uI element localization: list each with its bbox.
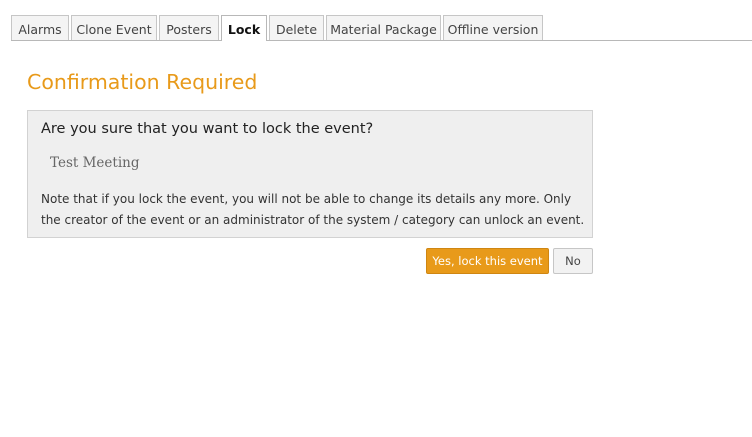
page-title: Confirmation Required [27, 70, 258, 94]
tab-lock[interactable]: Lock [221, 15, 267, 41]
tab-delete[interactable]: Delete [269, 15, 324, 40]
cancel-button[interactable]: No [553, 248, 593, 274]
tab-alarms[interactable]: Alarms [11, 15, 69, 40]
confirmation-panel: Are you sure that you want to lock the e… [27, 110, 593, 238]
event-name: Test Meeting [50, 155, 140, 171]
confirm-lock-button[interactable]: Yes, lock this event [426, 248, 549, 274]
tab-posters[interactable]: Posters [159, 15, 219, 40]
tab-material-package[interactable]: Material Package [326, 15, 441, 40]
tab-clone-event[interactable]: Clone Event [71, 15, 157, 40]
lock-note: Note that if you lock the event, you wil… [41, 192, 585, 227]
confirmation-question: Are you sure that you want to lock the e… [41, 121, 374, 137]
tab-offline-version[interactable]: Offline version [443, 15, 543, 40]
tab-bar-divider [11, 40, 752, 41]
